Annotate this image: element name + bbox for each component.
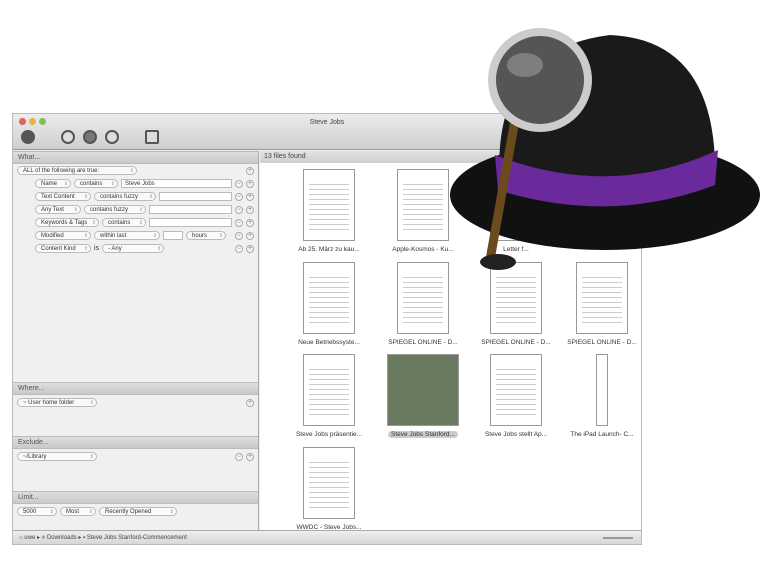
criterion-op[interactable]: contains fuzzy [84,205,146,214]
file-thumbnail [387,354,459,426]
exclude-header: Exclude... [13,436,258,449]
file-name: SPIEGEL ONLINE - D... [481,339,551,346]
stop-button[interactable] [21,130,35,144]
where-popup[interactable]: ~ User home folder [17,398,97,407]
any-text-input[interactable] [149,205,232,214]
file-thumbnail [303,169,355,241]
file-icon: ▪ [83,535,86,541]
file-item[interactable]: Neue Betriebssyste... [284,262,374,346]
hours-input[interactable] [163,231,183,240]
file-thumbnail [303,447,355,519]
add-button[interactable]: + [246,179,254,188]
limit-header: Limit... [13,491,258,504]
add-button[interactable]: + [246,452,254,461]
remove-button[interactable]: − [235,231,243,240]
limit-mode-popup[interactable]: Most [60,507,96,516]
thumbnail-size-slider[interactable] [603,537,633,539]
magnifier-lens [488,28,592,132]
limit-sort-popup[interactable]: Recently Opened [99,507,177,516]
remove-button[interactable]: − [235,179,243,188]
path-bar: ⌂ uwe ▸ ■ Downloads ▸ ▪ Steve Jobs Stanf… [13,530,641,544]
file-thumbnail [303,354,355,426]
home-icon: ⌂ [19,535,23,541]
remove-button[interactable]: − [235,218,243,227]
file-item[interactable]: The iPad Launch- C... [557,354,647,438]
keywords-input[interactable] [149,218,232,227]
add-criterion-button[interactable]: + [246,166,254,175]
link-icon-2[interactable] [83,130,97,144]
text-content-input[interactable] [159,192,232,201]
path-segment[interactable]: Downloads [47,535,77,541]
alfred-hat-logo [450,28,760,270]
add-button[interactable]: + [246,398,254,407]
file-name: Ab 25. März zu kau... [298,246,360,253]
remove-button[interactable]: − [235,205,243,214]
exclude-popup[interactable]: ~/Library [17,452,97,461]
file-thumbnail [303,262,355,334]
file-item[interactable]: Steve Jobs präsentie... [284,354,374,438]
criterion-attr[interactable]: Text Content [35,192,91,201]
criterion-attr[interactable]: Name [35,179,71,188]
remove-button[interactable]: − [235,452,243,461]
link-icon-3[interactable] [105,130,119,144]
criterion-op[interactable]: contains [74,179,118,188]
add-button[interactable]: + [246,231,254,240]
remove-button[interactable]: − [235,192,243,201]
where-header: Where... [13,382,258,395]
criterion-attr[interactable]: Keywords & Tags [35,218,99,227]
file-item[interactable]: Ab 25. März zu kau... [284,169,374,253]
add-button[interactable]: + [246,218,254,227]
file-name: Neue Betriebssyste... [298,339,360,346]
criterion-attr[interactable]: Modified [35,231,91,240]
name-input[interactable]: Steve Jobs [121,179,232,188]
add-button[interactable]: + [246,205,254,214]
link-icon-1[interactable] [61,130,75,144]
unit-popup[interactable]: hours [186,231,226,240]
file-thumbnail [596,354,608,426]
file-item[interactable]: Steve Jobs stellt Ap... [471,354,561,438]
toggle-pane-button[interactable] [145,130,159,144]
remove-button[interactable]: − [235,244,243,253]
file-item[interactable]: Steve Jobs Stanford... [378,354,468,438]
criterion-op[interactable]: contains fuzzy [94,192,156,201]
is-label: is [94,245,100,252]
add-button[interactable]: + [246,244,254,253]
what-header: What... [13,151,258,164]
file-name: SPIEGEL ONLINE - D... [388,339,458,346]
file-name: Steve Jobs Stanford... [388,431,458,438]
match-mode-popup[interactable]: ALL of the following are true: [17,166,137,175]
criterion-attr[interactable]: Content Kind [35,244,91,253]
file-name: Steve Jobs stellt Ap... [484,431,548,438]
file-name: SPIEGEL ONLINE - D... [567,339,637,346]
path-segment[interactable]: uwe [24,535,35,541]
path-segment[interactable]: Steve Jobs Stanford-Commencement [87,535,187,541]
limit-count-popup[interactable]: 5000 [17,507,57,516]
kind-popup[interactable]: - Any [102,244,165,253]
criterion-op[interactable]: within last [94,231,160,240]
file-thumbnail [490,354,542,426]
criterion-attr[interactable]: Any Text [35,205,81,214]
folder-icon: ■ [41,535,46,541]
search-criteria-pane: What... ALL of the following are true:+ … [13,151,259,531]
add-button[interactable]: + [246,192,254,201]
criterion-op[interactable]: contains [102,218,146,227]
file-name: Steve Jobs präsentie... [295,431,363,438]
file-item[interactable]: WWDC - Steve Jobs... [284,447,374,531]
file-name: The iPad Launch- C... [570,431,634,438]
